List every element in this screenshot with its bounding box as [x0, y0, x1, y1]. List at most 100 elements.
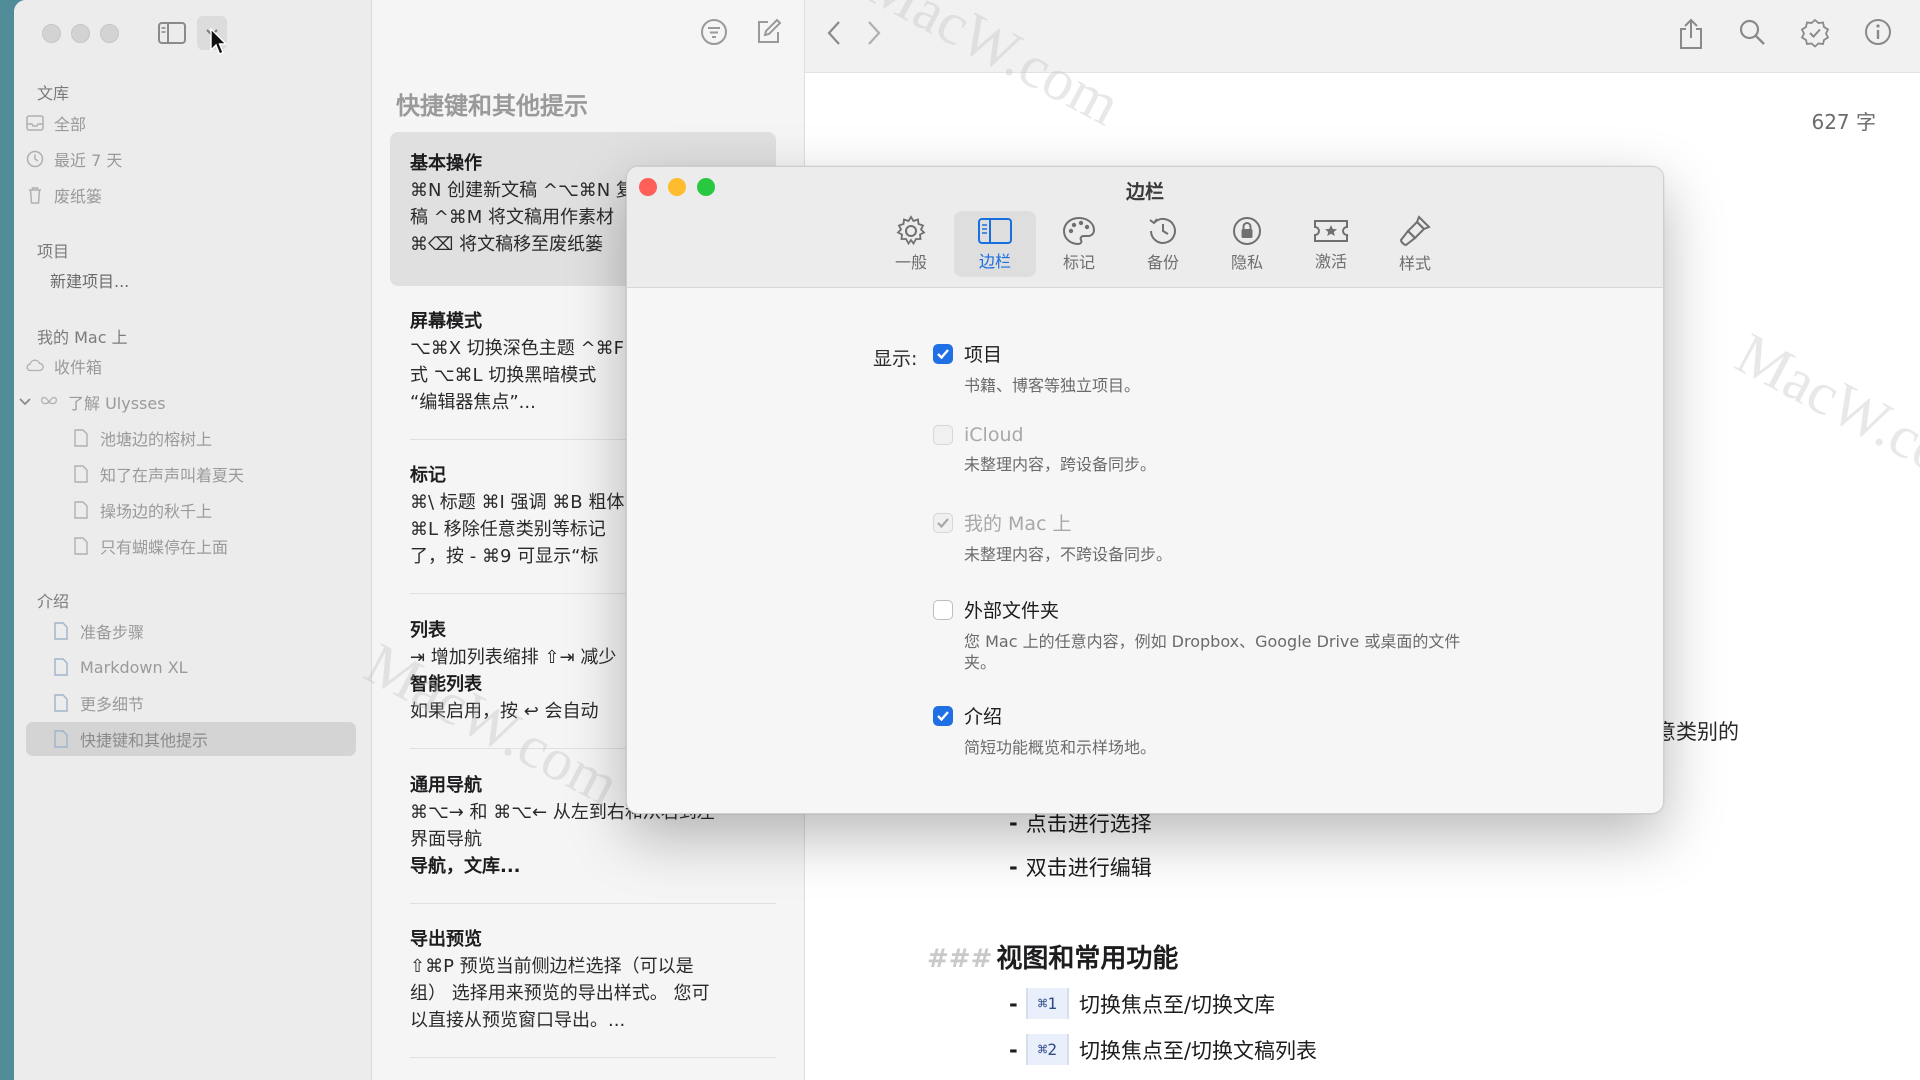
sidebar-item-intro[interactable]: 更多细节 [52, 686, 356, 720]
filter-button[interactable] [700, 18, 728, 50]
option-label: 我的 Mac 上 [964, 513, 1072, 535]
watermark: MacW.com [1725, 320, 1920, 508]
checkmark-icon [937, 517, 949, 528]
tab-label: 备份 [1146, 253, 1179, 272]
sidebar-item-group[interactable]: 知了在声声叫着夏天 [72, 457, 356, 491]
sidebar-item-recent[interactable]: 最近 7 天 [26, 142, 356, 176]
heading-text: 视图和常用功能 [996, 944, 1179, 974]
option-on-my-mac: 我的 Mac 上 未整理内容，不跨设备同步。 [933, 509, 1484, 565]
tab-sidebar[interactable]: 边栏 [954, 211, 1036, 277]
filter-icon [701, 19, 727, 45]
chevron-right-icon [868, 21, 881, 45]
checkmark-icon [937, 348, 949, 359]
info-button[interactable] [1864, 18, 1892, 54]
sheet-excerpt-line: 以直接从预览窗口导出。... [410, 1010, 626, 1031]
projects-checkbox[interactable] [933, 343, 953, 364]
back-button[interactable] [825, 18, 843, 52]
option-description: 未整理内容，不跨设备同步。 [964, 545, 1173, 564]
clock-icon [26, 150, 44, 168]
document-icon [72, 501, 90, 519]
chevron-left-icon [827, 21, 840, 45]
butterfly-icon [40, 393, 58, 411]
sidebar-item-inbox[interactable]: 收件箱 [26, 349, 356, 383]
document-icon [72, 429, 90, 447]
sidebar-item-label: 最近 7 天 [54, 151, 123, 170]
toggle-sidebar-button[interactable] [154, 16, 190, 50]
introduction-checkbox[interactable] [933, 705, 953, 726]
sidebar-item-label: 准备步骤 [80, 623, 145, 642]
sidebar-item-label: 收件箱 [54, 358, 103, 377]
option-description: 简短功能概览和示样场地。 [964, 738, 1157, 757]
tab-label: 隐私 [1230, 253, 1263, 272]
option-projects: 项目 书籍、博客等独立项目。 [933, 340, 1484, 396]
tab-styles[interactable]: 样式 [1374, 211, 1456, 277]
tab-activation[interactable]: 激活 [1290, 211, 1372, 277]
forward-button[interactable] [865, 18, 883, 52]
editor-toolbar-actions [1678, 18, 1892, 54]
sidebar-item-label: 操场边的秋千上 [100, 502, 213, 521]
list-item-text: 切换焦点至/切换文库 [1078, 992, 1276, 1017]
cloud-icon [26, 357, 44, 375]
chevron-down-icon[interactable] [16, 393, 34, 411]
sheet-list-toolbar [700, 18, 782, 50]
sidebar-item-label: 只有蝴蝶停在上面 [100, 538, 229, 557]
tab-label: 激活 [1314, 252, 1347, 271]
new-project-button[interactable]: 新建项目... [50, 263, 380, 297]
share-icon [1680, 18, 1702, 49]
sidebar-item-group[interactable]: 操场边的秋千上 [72, 493, 356, 527]
sidebar-item-label: Markdown XL [80, 657, 188, 677]
section-library: 文库 [37, 84, 70, 103]
brush-icon [1399, 215, 1431, 247]
sidebar-item-group[interactable]: 池塘边的榕树上 [72, 421, 356, 455]
window-controls-inactive [42, 24, 119, 43]
tab-backup[interactable]: 备份 [1122, 211, 1204, 277]
preferences-toolbar: 边栏 一般 边栏 标记 备份 隐私 激活 样式 [627, 167, 1663, 288]
list-item-text: 双击进行编辑 [1025, 856, 1152, 880]
sidebar-item-all[interactable]: 全部 [26, 106, 356, 140]
minimize-button[interactable] [71, 24, 90, 43]
sidebar-item-intro[interactable]: 准备步骤 [52, 614, 356, 648]
sidebar-item-label: 快捷键和其他提示 [80, 731, 209, 750]
sidebar-item-label: 池塘边的榕树上 [100, 430, 213, 449]
sidebar-toggle-icon [158, 22, 186, 44]
sidebar-item-label: 全部 [54, 115, 87, 134]
sidebar-item-label: 知了在声声叫着夏天 [100, 466, 245, 485]
sidebar-item-trash[interactable]: 废纸篓 [26, 178, 356, 212]
close-button[interactable] [42, 24, 61, 43]
preferences-dialog: 边栏 一般 边栏 标记 备份 隐私 激活 样式 显示: 项目 书籍、博客等独立项… [626, 166, 1664, 814]
list-item: - ⌘1 切换焦点至/切换文库 [1009, 988, 1275, 1019]
sidebar-item-shortcuts[interactable]: 快捷键和其他提示 [26, 722, 356, 756]
external-folders-checkbox[interactable] [933, 599, 953, 620]
tray-icon [26, 114, 44, 132]
document-icon [72, 537, 90, 555]
heading-marker: ### [927, 944, 993, 974]
share-button[interactable] [1678, 18, 1704, 54]
on-my-mac-checkbox[interactable] [933, 512, 953, 533]
tab-markup[interactable]: 标记 [1038, 211, 1120, 277]
trash-icon [26, 186, 44, 204]
tab-privacy[interactable]: 隐私 [1206, 211, 1288, 277]
sheet-title: 导出预览 [410, 929, 482, 950]
new-sheet-button[interactable] [754, 18, 782, 50]
sidebar-item-group[interactable]: 只有蝴蝶停在上面 [72, 529, 356, 563]
sheet-excerpt-line: 导航，文库... [410, 856, 521, 877]
library-sidebar: 文库 全部 最近 7 天 废纸篓 项目 新建项目... 我的 Mac 上 收件箱… [14, 0, 372, 1080]
list-item: - ⌘2 切换焦点至/切换文稿列表 [1009, 1034, 1317, 1065]
zoom-button[interactable] [100, 24, 119, 43]
option-introduction: 介绍 简短功能概览和示样场地。 [933, 702, 1484, 758]
section-on-mac: 我的 Mac 上 [37, 328, 128, 347]
document-icon [52, 694, 70, 712]
sidebar-item-intro[interactable]: Markdown XL [52, 650, 356, 684]
icloud-checkbox[interactable] [933, 425, 953, 445]
badge-check-icon [1800, 18, 1830, 48]
sheet-item-export-preview[interactable]: 导出预览 ⇧⌘P 预览当前侧边栏选择（可以是 组） 选择用来预览的导出样式。 您… [390, 926, 776, 1058]
info-icon [1865, 19, 1891, 45]
tab-general[interactable]: 一般 [870, 211, 952, 277]
gear-icon [896, 215, 926, 246]
option-label: 外部文件夹 [964, 600, 1060, 622]
sidebar-item-ulysses-group[interactable]: 了解 Ulysses [16, 385, 346, 419]
word-count[interactable]: 627 字 [1811, 106, 1876, 135]
shortcut-key: ⌘1 [1025, 988, 1069, 1019]
goals-button[interactable] [1800, 18, 1830, 54]
search-button[interactable] [1738, 18, 1766, 54]
